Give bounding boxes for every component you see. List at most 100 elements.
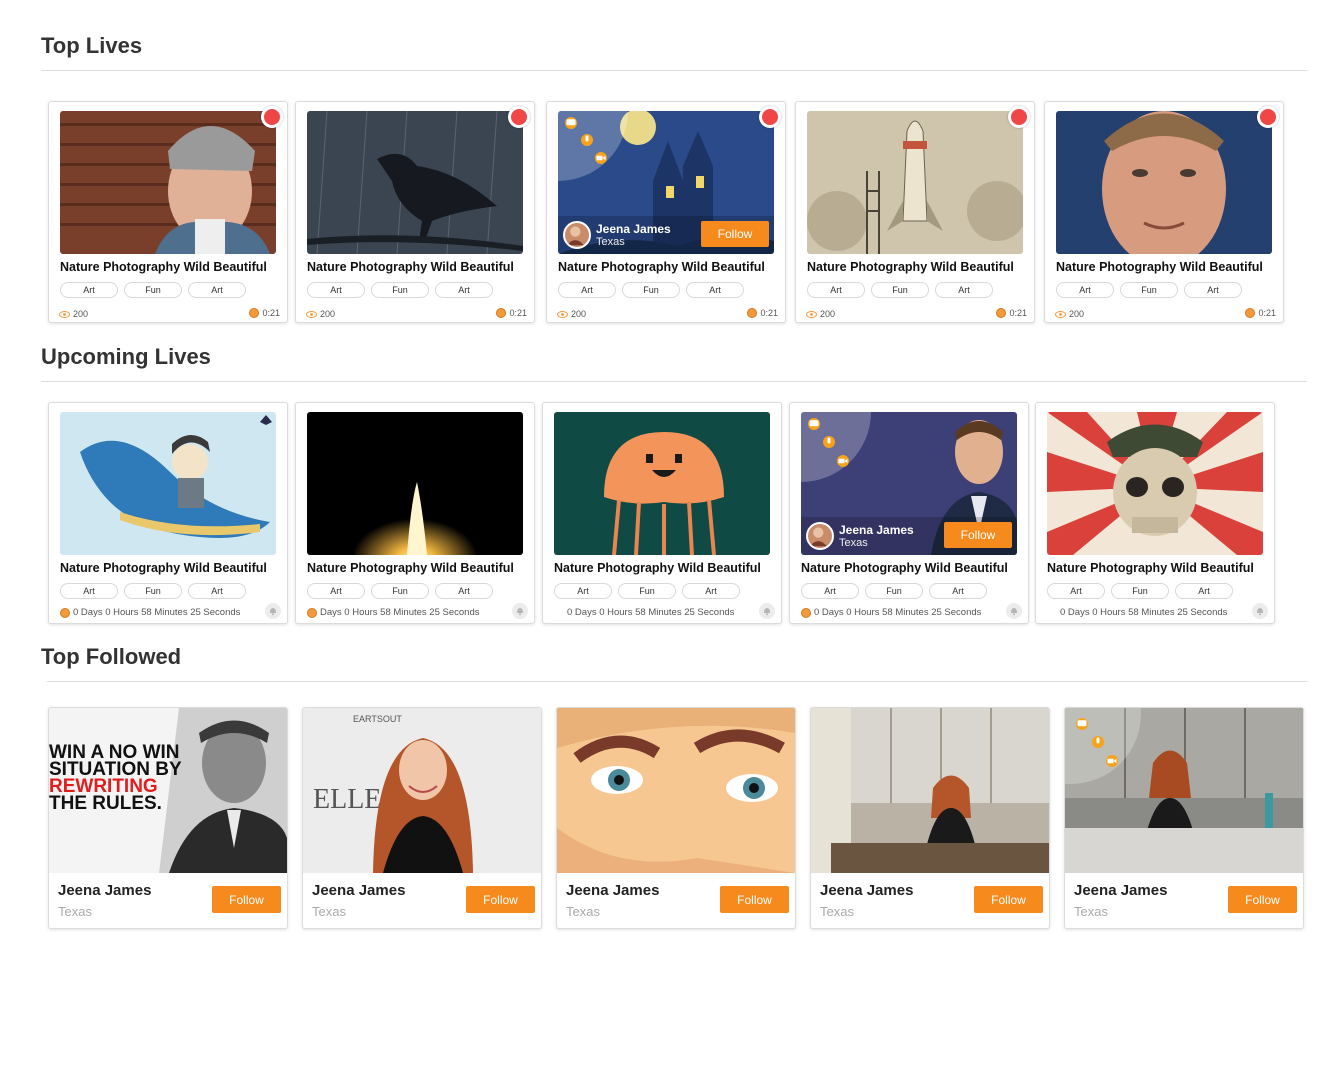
tag-art[interactable]: Art	[60, 583, 118, 599]
live-indicator-icon	[261, 106, 283, 128]
video-camera-icon[interactable]	[1106, 755, 1118, 767]
tag-art[interactable]: Art	[1175, 583, 1233, 599]
countdown-value: 0 Days 0 Hours 58 Minutes 25 Seconds	[814, 607, 982, 618]
followed-name: Jeena James	[820, 882, 914, 899]
viewer-count: 200	[806, 309, 835, 319]
live-card[interactable]: Nature Photography Wild Beautiful Art Fu…	[1044, 101, 1284, 323]
tag-art[interactable]: Art	[307, 583, 365, 599]
bell-icon[interactable]	[1252, 603, 1268, 619]
follow-button[interactable]: Follow	[212, 886, 281, 913]
section-title-top-lives: Top Lives	[41, 33, 143, 58]
avatar	[563, 221, 591, 249]
microphone-icon[interactable]	[823, 436, 835, 448]
followed-card[interactable]: EARTSOUT ELLE Jeena James Texas Follow	[302, 707, 542, 929]
tag-art[interactable]: Art	[60, 282, 118, 298]
card-title: Nature Photography Wild Beautiful	[558, 260, 765, 274]
countdown: 0 Days 0 Hours 58 Minutes 25 Seconds	[567, 607, 734, 618]
clock-icon	[1245, 308, 1256, 318]
tag-art[interactable]: Art	[554, 583, 612, 599]
tag-fun[interactable]: Fun	[618, 583, 676, 599]
live-thumbnail	[307, 111, 523, 254]
tag-fun[interactable]: Fun	[371, 583, 429, 599]
tag-fun[interactable]: Fun	[865, 583, 923, 599]
tag-fun[interactable]: Fun	[124, 583, 182, 599]
tag-fun[interactable]: Fun	[1111, 583, 1169, 599]
live-card[interactable]: Jeena James Texas Follow Nature Photogra…	[546, 101, 786, 323]
tag-art[interactable]: Art	[188, 282, 246, 298]
profile-cover	[557, 708, 795, 873]
duration-value: 0:21	[509, 308, 527, 318]
tag-art[interactable]: Art	[682, 583, 740, 599]
card-title: Nature Photography Wild Beautiful	[307, 561, 514, 575]
viewer-count-value: 200	[320, 309, 336, 319]
duration-value: 0:21	[760, 308, 778, 318]
upcoming-thumbnail	[554, 412, 770, 555]
profile-cover	[1065, 708, 1303, 873]
tag-art[interactable]: Art	[558, 282, 616, 298]
tag-art[interactable]: Art	[307, 282, 365, 298]
follow-button[interactable]: Follow	[974, 886, 1043, 913]
upcoming-card[interactable]: Nature Photography Wild Beautiful Art Fu…	[48, 402, 288, 624]
followed-location: Texas	[566, 904, 600, 919]
tag-art[interactable]: Art	[935, 282, 993, 298]
tag-fun[interactable]: Fun	[1120, 282, 1178, 298]
countdown-value: 0 Days 0 Hours 58 Minutes 25 Seconds	[567, 607, 735, 618]
video-camera-icon[interactable]	[595, 152, 607, 164]
tag-art[interactable]: Art	[929, 583, 987, 599]
live-card[interactable]: Nature Photography Wild Beautiful Art Fu…	[795, 101, 1035, 323]
microphone-icon[interactable]	[581, 134, 593, 146]
live-indicator-icon	[1257, 106, 1279, 128]
followed-name: Jeena James	[566, 882, 660, 899]
upcoming-card[interactable]: Nature Photography Wild Beautiful Art Fu…	[295, 402, 535, 624]
tag-art[interactable]: Art	[801, 583, 859, 599]
tag-art[interactable]: Art	[1047, 583, 1105, 599]
followed-card[interactable]: Jeena James Texas Follow	[810, 707, 1050, 929]
bell-icon[interactable]	[512, 603, 528, 619]
tag-art[interactable]: Art	[807, 282, 865, 298]
chat-icon[interactable]	[1076, 718, 1088, 730]
viewer-count: 200	[1055, 309, 1084, 319]
bell-icon[interactable]	[759, 603, 775, 619]
tag-art[interactable]: Art	[1056, 282, 1114, 298]
live-card[interactable]: Nature Photography Wild Beautiful Art Fu…	[48, 101, 288, 323]
tag-art[interactable]: Art	[1184, 282, 1242, 298]
tag-art[interactable]: Art	[435, 583, 493, 599]
chat-icon[interactable]	[565, 117, 577, 129]
card-title: Nature Photography Wild Beautiful	[1047, 561, 1254, 575]
upcoming-thumbnail	[60, 412, 276, 555]
tag-art[interactable]: Art	[435, 282, 493, 298]
section-title-upcoming-lives: Upcoming Lives	[41, 344, 211, 369]
followed-card[interactable]: WIN A NO WIN SITUATION BY REWRITING THE …	[48, 707, 288, 929]
follow-button[interactable]: Follow	[944, 522, 1012, 548]
tag-art[interactable]: Art	[188, 583, 246, 599]
follow-button[interactable]: Follow	[466, 886, 535, 913]
card-title: Nature Photography Wild Beautiful	[307, 260, 514, 274]
bell-icon[interactable]	[265, 603, 281, 619]
follow-button[interactable]: Follow	[720, 886, 789, 913]
follow-button[interactable]: Follow	[1228, 886, 1297, 913]
microphone-icon[interactable]	[1092, 736, 1104, 748]
clock-icon	[996, 308, 1007, 318]
tag-art[interactable]: Art	[686, 282, 744, 298]
upcoming-thumbnail	[1047, 412, 1263, 555]
divider	[41, 70, 1307, 71]
upcoming-card[interactable]: Nature Photography Wild Beautiful Art Fu…	[542, 402, 782, 624]
duration-value: 0:21	[262, 308, 280, 318]
bell-icon[interactable]	[1006, 603, 1022, 619]
chat-icon[interactable]	[808, 418, 820, 430]
upcoming-card[interactable]: Jeena James Texas Follow Nature Photogra…	[789, 402, 1029, 624]
tag-fun[interactable]: Fun	[871, 282, 929, 298]
live-card[interactable]: Nature Photography Wild Beautiful Art Fu…	[295, 101, 535, 323]
tag-fun[interactable]: Fun	[124, 282, 182, 298]
clock-icon	[747, 308, 758, 318]
tag-fun[interactable]: Fun	[371, 282, 429, 298]
followed-card[interactable]: Jeena James Texas Follow	[556, 707, 796, 929]
tag-fun[interactable]: Fun	[622, 282, 680, 298]
video-camera-icon[interactable]	[837, 455, 849, 467]
upcoming-card[interactable]: Nature Photography Wild Beautiful Art Fu…	[1035, 402, 1275, 624]
live-duration: 0:21	[747, 308, 778, 318]
duration-value: 0:21	[1009, 308, 1027, 318]
followed-card[interactable]: Jeena James Texas Follow	[1064, 707, 1304, 929]
eye-icon	[806, 310, 817, 318]
follow-button[interactable]: Follow	[701, 221, 769, 247]
